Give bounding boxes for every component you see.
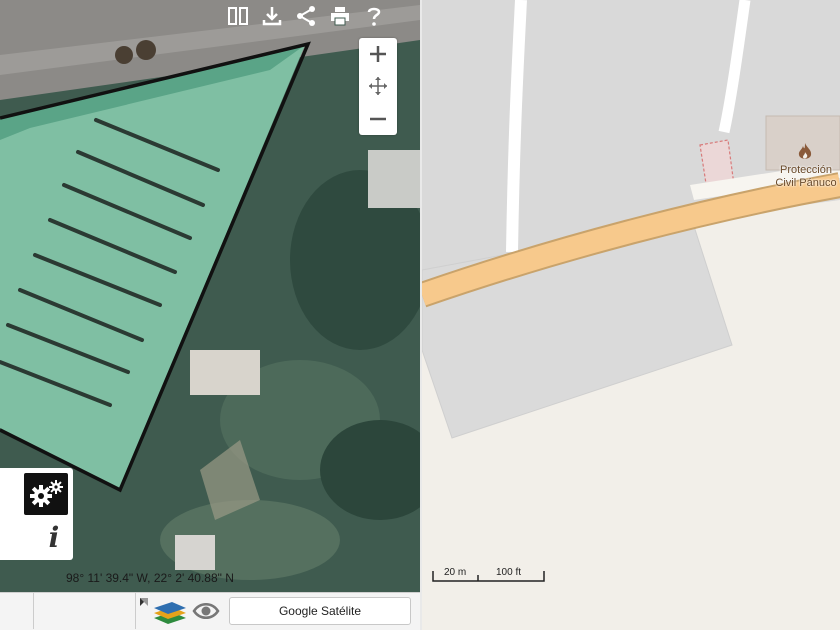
print-button[interactable] xyxy=(326,2,354,30)
poi-label: Protección Civil Pánuco xyxy=(770,164,840,190)
zoom-in-button[interactable] xyxy=(359,38,397,70)
share-icon xyxy=(297,6,315,26)
plus-icon xyxy=(370,46,386,63)
map-toolbar xyxy=(224,2,388,30)
minus-icon xyxy=(370,117,386,121)
fire-station-icon xyxy=(798,143,812,159)
map-comparison-view: i 98° 11' 39.4" W, 22° 2' 40.88" N Googl… xyxy=(0,0,840,630)
share-button[interactable] xyxy=(292,2,320,30)
poi-label-line1: Protección xyxy=(780,164,832,176)
osm-map-pane[interactable]: Protección Civil Pánuco 20 m 100 ft xyxy=(422,0,840,630)
download-icon xyxy=(262,7,282,26)
compare-icon xyxy=(228,7,248,25)
layers-icon[interactable] xyxy=(138,596,188,626)
pan-arrows-icon xyxy=(369,77,387,96)
zoom-out-button[interactable] xyxy=(359,103,397,135)
coordinates-readout: 98° 11' 39.4" W, 22° 2' 40.88" N xyxy=(66,571,234,585)
scale-metric-label: 20 m xyxy=(444,567,467,578)
satellite-map-pane[interactable]: i 98° 11' 39.4" W, 22° 2' 40.88" N Googl… xyxy=(0,0,420,630)
bottombar-cell xyxy=(34,593,136,629)
eye-icon[interactable] xyxy=(192,599,220,623)
osm-map-tiles xyxy=(422,0,840,630)
settings-panel: i xyxy=(0,468,73,560)
help-button[interactable] xyxy=(360,2,388,30)
basemap-bar: Google Satélite xyxy=(0,592,420,630)
help-icon xyxy=(367,7,381,26)
bottombar-cell xyxy=(0,593,34,629)
download-button[interactable] xyxy=(258,2,286,30)
compare-button[interactable] xyxy=(224,2,252,30)
settings-button[interactable] xyxy=(24,473,68,515)
basemap-selector-button[interactable]: Google Satélite xyxy=(229,597,411,625)
pan-button[interactable] xyxy=(359,70,397,102)
print-icon xyxy=(331,7,349,26)
zoom-control xyxy=(359,38,397,135)
poi-label-line2: Civil Pánuco xyxy=(775,177,837,189)
scale-imperial-label: 100 ft xyxy=(496,567,522,578)
gears-icon xyxy=(30,480,63,507)
info-button[interactable]: i xyxy=(40,522,68,554)
